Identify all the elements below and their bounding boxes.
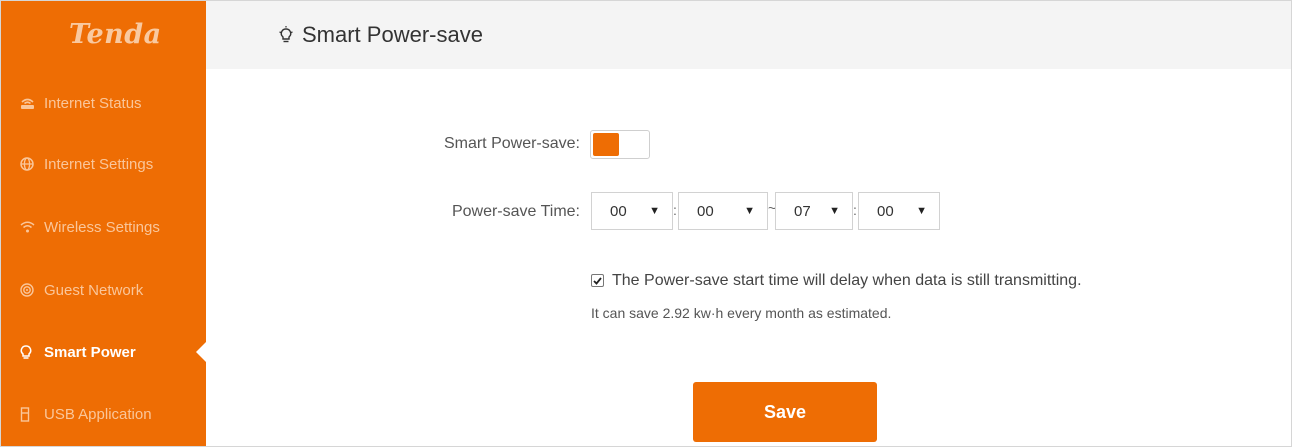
- sidebar: Tenda Internet Status Internet Settings …: [1, 1, 206, 446]
- sidebar-item-wireless-settings[interactable]: Wireless Settings: [1, 207, 206, 247]
- start-hour-select[interactable]: 00 ▼: [591, 192, 673, 230]
- start-minute-select[interactable]: 00 ▼: [678, 192, 768, 230]
- sidebar-item-label: Wireless Settings: [44, 218, 160, 236]
- sidebar-item-label: Internet Status: [44, 94, 142, 112]
- dropdown-arrow-icon: ▼: [829, 205, 840, 217]
- estimate-text: It can save 2.92 kw·h every month as est…: [591, 305, 892, 321]
- end-hour-select[interactable]: 07 ▼: [775, 192, 853, 230]
- page-header: Smart Power-save: [206, 1, 1291, 69]
- smart-power-save-toggle[interactable]: [590, 130, 650, 159]
- sidebar-item-smart-power[interactable]: Smart Power: [1, 332, 206, 372]
- dropdown-arrow-icon: ▼: [649, 205, 660, 217]
- page-title: Smart Power-save: [302, 22, 483, 47]
- sidebar-item-internet-status[interactable]: Internet Status: [1, 83, 206, 123]
- power-save-time-label: Power-save Time:: [451, 203, 580, 220]
- toggle-on-indicator: [593, 133, 619, 156]
- dropdown-arrow-icon: ▼: [916, 205, 927, 217]
- delay-checkbox[interactable]: [591, 274, 604, 287]
- active-indicator: [196, 342, 206, 362]
- sidebar-item-usb-application[interactable]: USB Application: [1, 394, 206, 434]
- checkmark-icon: [593, 276, 602, 285]
- usb-icon: [20, 406, 40, 422]
- smart-power-save-label: Smart Power-save:: [443, 135, 580, 152]
- bulb-icon: [20, 344, 40, 360]
- sidebar-item-label: Guest Network: [44, 281, 144, 299]
- time-colon: :: [673, 202, 677, 218]
- save-button[interactable]: Save: [693, 382, 877, 442]
- time-colon: :: [853, 202, 857, 218]
- globe-icon: [20, 157, 40, 171]
- bulb-icon: [278, 26, 294, 44]
- sidebar-item-internet-settings[interactable]: Internet Settings: [1, 144, 206, 184]
- sidebar-item-label: USB Application: [44, 405, 152, 423]
- end-minute-select[interactable]: 00 ▼: [858, 192, 940, 230]
- sidebar-item-label: Internet Settings: [44, 155, 154, 173]
- delay-option-label: The Power-save start time will delay whe…: [612, 272, 1082, 289]
- tenda-logo: Tenda: [69, 19, 162, 50]
- wifi-icon: [20, 221, 40, 233]
- sidebar-item-label: Smart Power: [44, 343, 136, 361]
- sidebar-item-guest-network[interactable]: Guest Network: [1, 270, 206, 310]
- router-icon: [20, 97, 40, 110]
- guest-network-icon: [20, 283, 40, 297]
- dropdown-arrow-icon: ▼: [744, 205, 755, 217]
